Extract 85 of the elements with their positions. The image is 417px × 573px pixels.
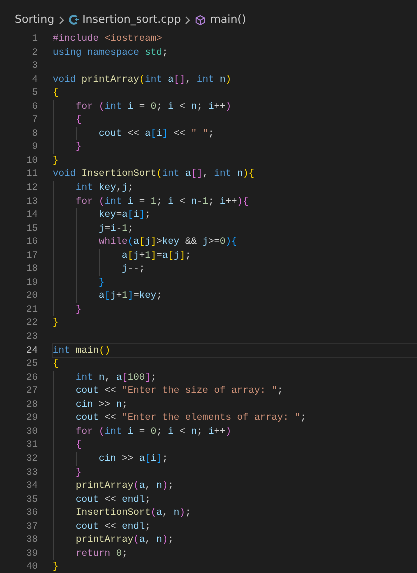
code-line: int n, a[100];	[53, 370, 417, 384]
line-number: 21	[25, 302, 38, 316]
code-line: while(a[j]>key && j>=0){	[53, 235, 417, 249]
line-number: 34	[25, 479, 38, 493]
code-line: void InsertionSort(int a[], int n){	[53, 167, 256, 182]
line-number: 26	[25, 370, 38, 384]
code-line: int main()	[53, 344, 417, 358]
line-number: 7	[31, 113, 38, 127]
line-number: 24	[25, 344, 38, 358]
breadcrumb-folder[interactable]: Sorting	[15, 12, 55, 28]
chevron-icon	[185, 16, 192, 24]
code-line: InsertionSort(a, n);	[53, 506, 417, 520]
line-number: 19	[25, 276, 38, 290]
code-line: for (int i = 0; i < n; i++)	[53, 424, 417, 438]
code-line: for (int i = 0; i < n; i++)	[53, 100, 417, 114]
line-number: 16	[25, 235, 38, 249]
code-line: cout << "Enter the elements of array: ";	[53, 411, 417, 425]
breadcrumb-symbol[interactable]: main()	[210, 12, 246, 28]
code-line: key=a[i];	[53, 208, 417, 222]
line-number: 18	[25, 262, 38, 276]
line-number: 29	[25, 411, 38, 425]
line-number: 17	[25, 248, 38, 262]
code-line: {	[53, 113, 417, 127]
line-number: 39	[25, 546, 38, 560]
line-number: 28	[25, 398, 38, 412]
line-number: 8	[31, 126, 38, 140]
code-line: cout << a[i] << " ";	[53, 126, 417, 140]
line-number: 35	[25, 492, 38, 506]
line-number: 4	[31, 72, 38, 86]
line-number: 36	[25, 506, 38, 520]
line-number: 27	[25, 384, 38, 398]
line-number: 38	[25, 533, 38, 547]
line-number: 15	[25, 222, 38, 236]
code-line: }	[53, 466, 417, 480]
line-number: 3	[31, 59, 38, 73]
cube-icon	[195, 14, 206, 26]
code-line: }	[53, 316, 60, 330]
line-number: 9	[31, 140, 38, 154]
code-line: j=i-1;	[53, 222, 417, 236]
code-line: printArray(a, n);	[53, 533, 417, 547]
code-line: {	[53, 357, 60, 371]
breadcrumb-file[interactable]: Insertion_sort.cpp	[82, 12, 182, 28]
line-number: 32	[25, 452, 38, 466]
line-number: 22	[25, 316, 38, 330]
line-number: 2	[31, 46, 38, 60]
line-number: 6	[31, 100, 38, 114]
line-number: 12	[25, 181, 38, 195]
code-line: a[j+1]=a[j];	[53, 248, 417, 262]
code-line: }	[53, 276, 417, 290]
code-line: j--;	[53, 262, 417, 276]
line-number: 11	[25, 167, 38, 182]
code-line: {	[53, 86, 60, 100]
code-line: void printArray(int a[], int n)	[53, 72, 233, 86]
line-number: 25	[25, 357, 38, 371]
line-number: 31	[25, 438, 38, 452]
line-number: 13	[25, 194, 38, 208]
code-line: }	[53, 302, 417, 316]
code-line: cout << "Enter the size of array: ";	[53, 384, 417, 398]
code-line: using namespace std;	[53, 46, 170, 60]
line-number: 23	[25, 330, 38, 344]
code-line: cout << endl;	[53, 492, 417, 506]
line-number: 30	[25, 424, 38, 438]
code-line: return 0;	[53, 546, 417, 560]
line-number: 20	[25, 289, 38, 303]
line-number: 33	[25, 466, 38, 480]
code-line: printArray(a, n);	[53, 479, 417, 493]
code-line: a[j+1]=key;	[53, 289, 417, 303]
line-number: 1	[31, 32, 38, 46]
code-line: for (int i = 1; i < n-1; i++){	[53, 194, 417, 208]
line-number: 10	[25, 154, 38, 168]
chevron-icon	[58, 16, 65, 24]
cpp-file-icon	[68, 15, 79, 25]
code-line: cin >> n;	[53, 398, 417, 412]
code-line: int key,j;	[53, 181, 417, 195]
code-line: cin >> a[i];	[53, 452, 417, 466]
code-line: }	[53, 140, 417, 154]
line-number: 40	[25, 560, 38, 573]
line-number: 14	[25, 208, 38, 222]
code-line: #include <iostream>	[53, 32, 164, 46]
line-number: 5	[31, 86, 38, 100]
code-line: }	[53, 560, 60, 573]
code-line: {	[53, 438, 417, 452]
code-line: cout << endl;	[53, 520, 417, 534]
code-line: }	[53, 154, 60, 168]
line-number: 37	[25, 520, 38, 534]
